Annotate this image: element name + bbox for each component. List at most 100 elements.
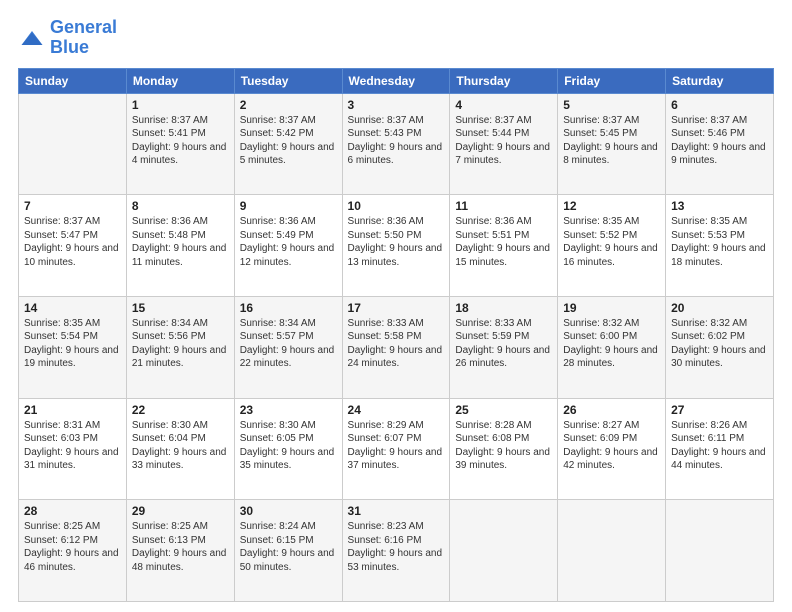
cell-content: Sunrise: 8:37 AM Sunset: 5:45 PM Dayligh… bbox=[563, 114, 660, 168]
cell-content: Sunrise: 8:37 AM Sunset: 5:42 PM Dayligh… bbox=[240, 114, 337, 168]
daylight-text: Daylight: 9 hours and 6 minutes. bbox=[348, 141, 445, 168]
cell-content: Sunrise: 8:28 AM Sunset: 6:08 PM Dayligh… bbox=[455, 419, 552, 473]
day-number: 9 bbox=[240, 199, 337, 213]
weekday-header-wednesday: Wednesday bbox=[342, 68, 450, 93]
sunrise-text: Sunrise: 8:30 AM bbox=[132, 419, 229, 433]
calendar-cell bbox=[19, 93, 127, 195]
sunrise-text: Sunrise: 8:34 AM bbox=[240, 317, 337, 331]
sunrise-text: Sunrise: 8:36 AM bbox=[240, 215, 337, 229]
sunset-text: Sunset: 6:12 PM bbox=[24, 534, 121, 548]
day-number: 23 bbox=[240, 403, 337, 417]
sunset-text: Sunset: 6:00 PM bbox=[563, 330, 660, 344]
daylight-text: Daylight: 9 hours and 35 minutes. bbox=[240, 446, 337, 473]
cell-content: Sunrise: 8:34 AM Sunset: 5:56 PM Dayligh… bbox=[132, 317, 229, 371]
calendar-cell: 9 Sunrise: 8:36 AM Sunset: 5:49 PM Dayli… bbox=[234, 195, 342, 297]
calendar-cell: 27 Sunrise: 8:26 AM Sunset: 6:11 PM Dayl… bbox=[666, 398, 774, 500]
calendar-cell: 16 Sunrise: 8:34 AM Sunset: 5:57 PM Dayl… bbox=[234, 296, 342, 398]
sunrise-text: Sunrise: 8:30 AM bbox=[240, 419, 337, 433]
daylight-text: Daylight: 9 hours and 48 minutes. bbox=[132, 547, 229, 574]
calendar-cell: 14 Sunrise: 8:35 AM Sunset: 5:54 PM Dayl… bbox=[19, 296, 127, 398]
sunrise-text: Sunrise: 8:33 AM bbox=[348, 317, 445, 331]
sunrise-text: Sunrise: 8:35 AM bbox=[671, 215, 768, 229]
sunrise-text: Sunrise: 8:25 AM bbox=[24, 520, 121, 534]
daylight-text: Daylight: 9 hours and 39 minutes. bbox=[455, 446, 552, 473]
daylight-text: Daylight: 9 hours and 7 minutes. bbox=[455, 141, 552, 168]
sunrise-text: Sunrise: 8:24 AM bbox=[240, 520, 337, 534]
day-number: 21 bbox=[24, 403, 121, 417]
sunset-text: Sunset: 6:11 PM bbox=[671, 432, 768, 446]
sunrise-text: Sunrise: 8:37 AM bbox=[671, 114, 768, 128]
daylight-text: Daylight: 9 hours and 28 minutes. bbox=[563, 344, 660, 371]
day-number: 18 bbox=[455, 301, 552, 315]
sunrise-text: Sunrise: 8:36 AM bbox=[132, 215, 229, 229]
sunset-text: Sunset: 6:08 PM bbox=[455, 432, 552, 446]
calendar-cell: 5 Sunrise: 8:37 AM Sunset: 5:45 PM Dayli… bbox=[558, 93, 666, 195]
sunrise-text: Sunrise: 8:37 AM bbox=[455, 114, 552, 128]
day-number: 4 bbox=[455, 98, 552, 112]
sunset-text: Sunset: 5:53 PM bbox=[671, 229, 768, 243]
daylight-text: Daylight: 9 hours and 9 minutes. bbox=[671, 141, 768, 168]
day-number: 19 bbox=[563, 301, 660, 315]
header: General Blue bbox=[18, 18, 774, 58]
daylight-text: Daylight: 9 hours and 11 minutes. bbox=[132, 242, 229, 269]
day-number: 22 bbox=[132, 403, 229, 417]
cell-content: Sunrise: 8:37 AM Sunset: 5:46 PM Dayligh… bbox=[671, 114, 768, 168]
day-number: 17 bbox=[348, 301, 445, 315]
weekday-header-monday: Monday bbox=[126, 68, 234, 93]
daylight-text: Daylight: 9 hours and 31 minutes. bbox=[24, 446, 121, 473]
sunset-text: Sunset: 5:57 PM bbox=[240, 330, 337, 344]
day-number: 29 bbox=[132, 504, 229, 518]
calendar-cell: 8 Sunrise: 8:36 AM Sunset: 5:48 PM Dayli… bbox=[126, 195, 234, 297]
sunset-text: Sunset: 5:58 PM bbox=[348, 330, 445, 344]
calendar-table: SundayMondayTuesdayWednesdayThursdayFrid… bbox=[18, 68, 774, 602]
daylight-text: Daylight: 9 hours and 4 minutes. bbox=[132, 141, 229, 168]
calendar-week-4: 21 Sunrise: 8:31 AM Sunset: 6:03 PM Dayl… bbox=[19, 398, 774, 500]
sunset-text: Sunset: 5:47 PM bbox=[24, 229, 121, 243]
daylight-text: Daylight: 9 hours and 12 minutes. bbox=[240, 242, 337, 269]
cell-content: Sunrise: 8:36 AM Sunset: 5:51 PM Dayligh… bbox=[455, 215, 552, 269]
sunrise-text: Sunrise: 8:23 AM bbox=[348, 520, 445, 534]
sunset-text: Sunset: 6:02 PM bbox=[671, 330, 768, 344]
calendar-cell: 31 Sunrise: 8:23 AM Sunset: 6:16 PM Dayl… bbox=[342, 500, 450, 602]
cell-content: Sunrise: 8:25 AM Sunset: 6:13 PM Dayligh… bbox=[132, 520, 229, 574]
sunset-text: Sunset: 5:56 PM bbox=[132, 330, 229, 344]
daylight-text: Daylight: 9 hours and 26 minutes. bbox=[455, 344, 552, 371]
daylight-text: Daylight: 9 hours and 46 minutes. bbox=[24, 547, 121, 574]
day-number: 15 bbox=[132, 301, 229, 315]
day-number: 14 bbox=[24, 301, 121, 315]
daylight-text: Daylight: 9 hours and 15 minutes. bbox=[455, 242, 552, 269]
sunrise-text: Sunrise: 8:37 AM bbox=[348, 114, 445, 128]
sunrise-text: Sunrise: 8:34 AM bbox=[132, 317, 229, 331]
calendar-cell bbox=[450, 500, 558, 602]
daylight-text: Daylight: 9 hours and 53 minutes. bbox=[348, 547, 445, 574]
cell-content: Sunrise: 8:31 AM Sunset: 6:03 PM Dayligh… bbox=[24, 419, 121, 473]
sunset-text: Sunset: 5:45 PM bbox=[563, 127, 660, 141]
calendar-cell: 25 Sunrise: 8:28 AM Sunset: 6:08 PM Dayl… bbox=[450, 398, 558, 500]
calendar-cell: 18 Sunrise: 8:33 AM Sunset: 5:59 PM Dayl… bbox=[450, 296, 558, 398]
sunrise-text: Sunrise: 8:32 AM bbox=[563, 317, 660, 331]
sunset-text: Sunset: 5:41 PM bbox=[132, 127, 229, 141]
calendar-cell: 3 Sunrise: 8:37 AM Sunset: 5:43 PM Dayli… bbox=[342, 93, 450, 195]
sunrise-text: Sunrise: 8:36 AM bbox=[348, 215, 445, 229]
daylight-text: Daylight: 9 hours and 18 minutes. bbox=[671, 242, 768, 269]
weekday-header-tuesday: Tuesday bbox=[234, 68, 342, 93]
daylight-text: Daylight: 9 hours and 16 minutes. bbox=[563, 242, 660, 269]
daylight-text: Daylight: 9 hours and 8 minutes. bbox=[563, 141, 660, 168]
calendar-cell: 7 Sunrise: 8:37 AM Sunset: 5:47 PM Dayli… bbox=[19, 195, 127, 297]
sunset-text: Sunset: 5:54 PM bbox=[24, 330, 121, 344]
sunset-text: Sunset: 6:03 PM bbox=[24, 432, 121, 446]
calendar-week-3: 14 Sunrise: 8:35 AM Sunset: 5:54 PM Dayl… bbox=[19, 296, 774, 398]
cell-content: Sunrise: 8:36 AM Sunset: 5:48 PM Dayligh… bbox=[132, 215, 229, 269]
weekday-header-saturday: Saturday bbox=[666, 68, 774, 93]
cell-content: Sunrise: 8:36 AM Sunset: 5:49 PM Dayligh… bbox=[240, 215, 337, 269]
calendar-cell bbox=[666, 500, 774, 602]
cell-content: Sunrise: 8:33 AM Sunset: 5:59 PM Dayligh… bbox=[455, 317, 552, 371]
calendar-cell: 28 Sunrise: 8:25 AM Sunset: 6:12 PM Dayl… bbox=[19, 500, 127, 602]
weekday-header-friday: Friday bbox=[558, 68, 666, 93]
sunset-text: Sunset: 6:13 PM bbox=[132, 534, 229, 548]
logo-text: General Blue bbox=[50, 18, 117, 58]
cell-content: Sunrise: 8:23 AM Sunset: 6:16 PM Dayligh… bbox=[348, 520, 445, 574]
sunset-text: Sunset: 5:51 PM bbox=[455, 229, 552, 243]
calendar-cell: 15 Sunrise: 8:34 AM Sunset: 5:56 PM Dayl… bbox=[126, 296, 234, 398]
logo: General Blue bbox=[18, 18, 117, 58]
